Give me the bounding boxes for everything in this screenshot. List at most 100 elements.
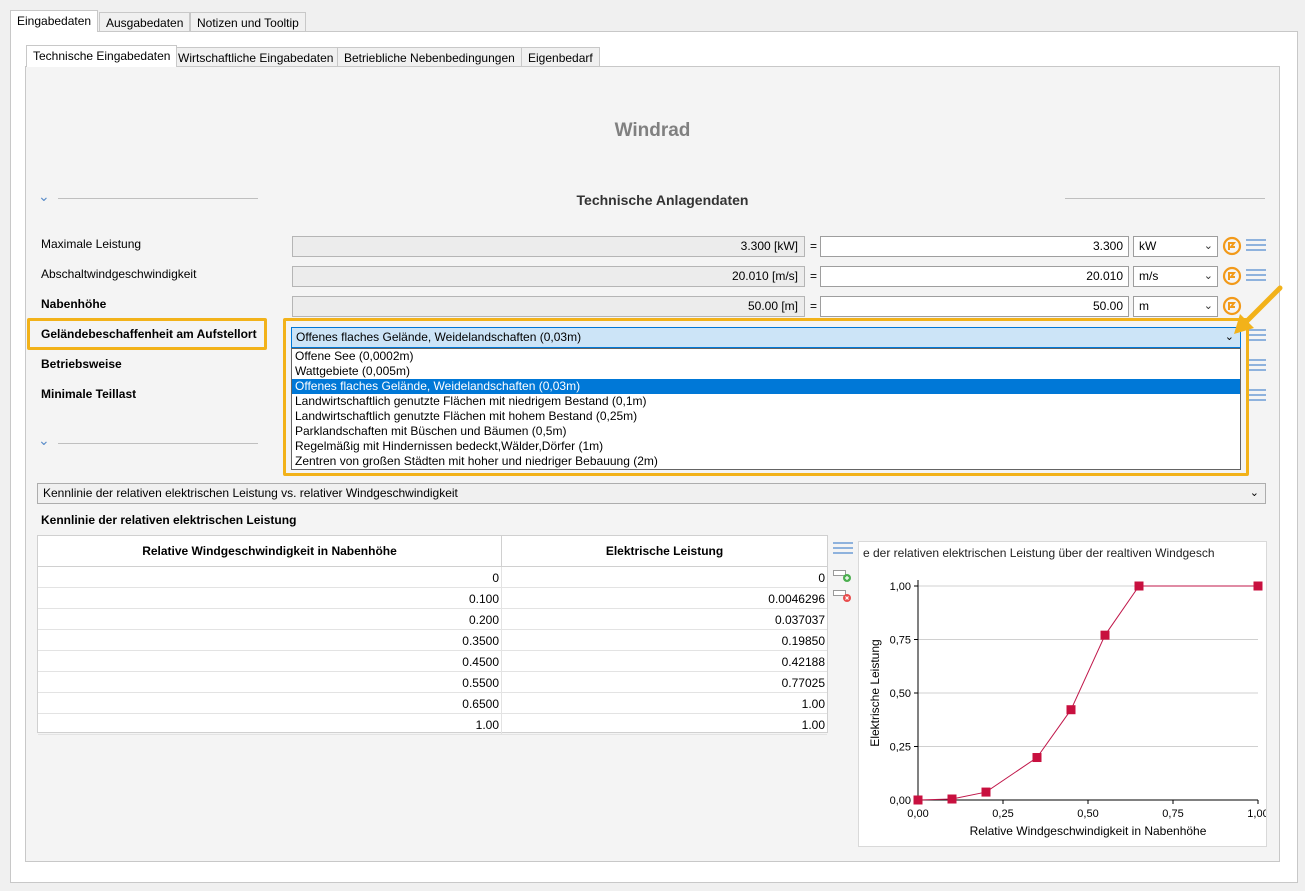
cell-windgeschwindigkeit[interactable]: 1.00 bbox=[38, 714, 502, 734]
terrain-option[interactable]: Parklandschaften mit Büschen und Bäumen … bbox=[292, 424, 1240, 439]
unit-label: m/s bbox=[1139, 269, 1159, 283]
page-title: Windrad bbox=[614, 120, 691, 141]
table-row[interactable]: 0.5500 0.77025 bbox=[38, 672, 827, 693]
unit-label: kW bbox=[1139, 239, 1157, 253]
table-row[interactable]: 0.6500 1.00 bbox=[38, 693, 827, 714]
table-row[interactable]: 0.3500 0.19850 bbox=[38, 630, 827, 651]
terrain-option[interactable]: Wattgebiete (0,005m) bbox=[292, 364, 1240, 379]
y-tick-label: 0,50 bbox=[890, 688, 911, 700]
data-point bbox=[1100, 630, 1110, 640]
unit-select-nabenhoehe[interactable]: m ⌄ bbox=[1133, 296, 1218, 317]
list-icon[interactable] bbox=[1246, 359, 1266, 375]
reset-orange-icon[interactable] bbox=[1222, 236, 1242, 256]
label-abschaltwindgeschwindigkeit: Abschaltwindgeschwindigkeit bbox=[41, 267, 197, 281]
terrain-option[interactable]: Landwirtschaftlich genutzte Flächen mit … bbox=[292, 394, 1240, 409]
cell-windgeschwindigkeit[interactable]: 0.200 bbox=[38, 609, 502, 629]
chevron-down-icon: ⌄ bbox=[1203, 300, 1213, 312]
label-gelaendebeschaffenheit: Geländebeschaffenheit am Aufstellort bbox=[41, 327, 257, 341]
remove-row-icon[interactable] bbox=[833, 590, 851, 602]
cell-windgeschwindigkeit[interactable]: 0.5500 bbox=[38, 672, 502, 692]
table-row[interactable]: 0.200 0.037037 bbox=[38, 609, 827, 630]
list-icon[interactable] bbox=[1246, 389, 1266, 405]
table-row[interactable]: 0.100 0.0046296 bbox=[38, 588, 827, 609]
data-point bbox=[1253, 581, 1263, 591]
curve-chart: e der relativen elektrischen Leistung üb… bbox=[858, 541, 1267, 847]
curve-select[interactable]: Kennlinie der relativen elektrischen Lei… bbox=[37, 483, 1266, 504]
x-tick-label: 0,75 bbox=[1162, 808, 1183, 820]
x-tick-label: 0,25 bbox=[992, 808, 1013, 820]
terrain-select[interactable]: Offenes flaches Gelände, Weidelandschaft… bbox=[291, 327, 1241, 348]
input-maximale-leistung[interactable]: 3.300 bbox=[820, 236, 1129, 257]
collapse-chevron-icon[interactable]: ⌄ bbox=[38, 432, 50, 449]
y-axis-label: Elektrische Leistung bbox=[868, 639, 882, 746]
terrain-option-selected[interactable]: Offenes flaches Gelände, Weidelandschaft… bbox=[292, 379, 1240, 394]
y-tick-label: 1,00 bbox=[890, 581, 911, 593]
add-row-icon[interactable] bbox=[833, 570, 851, 582]
input-nabenhoehe[interactable]: 50.00 bbox=[820, 296, 1129, 317]
chevron-down-icon: ⌄ bbox=[1203, 270, 1213, 282]
unit-label: m bbox=[1139, 299, 1149, 313]
equals-sign: = bbox=[810, 269, 818, 283]
chart-svg: e der relativen elektrischen Leistung üb… bbox=[863, 546, 1266, 838]
tab-technische-eingabedaten[interactable]: Technische Eingabedaten bbox=[26, 45, 178, 67]
section-divider-left bbox=[58, 443, 258, 444]
input-abschaltwindgeschwindigkeit[interactable]: 20.010 bbox=[820, 266, 1129, 287]
computed-maximale-leistung: 3.300 [kW] bbox=[292, 236, 805, 257]
unit-select-windgeschwindigkeit[interactable]: m/s ⌄ bbox=[1133, 266, 1218, 287]
cell-leistung[interactable]: 0.0046296 bbox=[502, 588, 827, 608]
chevron-down-icon: ⌄ bbox=[1203, 240, 1213, 252]
table-row[interactable]: 1.00 1.00 bbox=[38, 714, 827, 735]
table-row[interactable]: 00 bbox=[38, 567, 827, 588]
unit-select-leistung[interactable]: kW ⌄ bbox=[1133, 236, 1218, 257]
curve-select-value: Kennlinie der relativen elektrischen Lei… bbox=[43, 486, 458, 500]
list-icon[interactable] bbox=[1246, 239, 1266, 255]
tab-notizen-tooltip[interactable]: Notizen und Tooltip bbox=[190, 12, 306, 32]
label-maximale-leistung: Maximale Leistung bbox=[41, 237, 142, 251]
cell-leistung[interactable]: 0.037037 bbox=[502, 609, 827, 629]
section-divider-right bbox=[1065, 198, 1265, 199]
terrain-selected-value: Offenes flaches Gelände, Weidelandschaft… bbox=[296, 330, 582, 344]
cell-windgeschwindigkeit[interactable]: 0.4500 bbox=[38, 651, 502, 671]
cell-leistung[interactable]: 0.77025 bbox=[502, 672, 827, 692]
column-header[interactable]: Elektrische Leistung bbox=[502, 536, 827, 567]
cell-leistung[interactable]: 1.00 bbox=[502, 714, 827, 734]
section-title: Technische Anlagendaten bbox=[576, 192, 749, 208]
tab-betriebliche-nebenbedingungen[interactable]: Betriebliche Nebenbedingungen bbox=[337, 47, 522, 67]
equals-sign: = bbox=[810, 239, 818, 253]
x-axis-label: Relative Windgeschwindigkeit in Nabenhöh… bbox=[970, 824, 1207, 838]
column-header[interactable]: Relative Windgeschwindigkeit in Nabenhöh… bbox=[38, 536, 502, 567]
terrain-options-list: Offene See (0,0002m) Wattgebiete (0,005m… bbox=[291, 348, 1241, 470]
list-icon[interactable] bbox=[833, 542, 853, 558]
x-tick-label: 0,00 bbox=[907, 808, 928, 820]
cell-leistung[interactable]: 0.19850 bbox=[502, 630, 827, 650]
terrain-option[interactable]: Offene See (0,0002m) bbox=[292, 349, 1240, 364]
chart-title: e der relativen elektrischen Leistung üb… bbox=[863, 546, 1215, 560]
tab-eigenbedarf[interactable]: Eigenbedarf bbox=[521, 47, 600, 67]
cell-windgeschwindigkeit[interactable]: 0.100 bbox=[38, 588, 502, 608]
label-minimale-teillast: Minimale Teillast bbox=[41, 387, 137, 401]
terrain-option[interactable]: Zentren von großen Städten mit hoher und… bbox=[292, 454, 1240, 469]
computed-abschaltwindgeschwindigkeit: 20.010 [m/s] bbox=[292, 266, 805, 287]
terrain-option[interactable]: Regelmäßig mit Hindernissen bedeckt,Wäld… bbox=[292, 439, 1240, 454]
label-nabenhoehe: Nabenhöhe bbox=[41, 297, 107, 311]
cell-leistung[interactable]: 1.00 bbox=[502, 693, 827, 713]
tab-wirtschaftliche-eingabedaten[interactable]: Wirtschaftliche Eingabedaten bbox=[171, 47, 341, 67]
cell-leistung[interactable]: 0 bbox=[502, 567, 827, 587]
data-point bbox=[1032, 753, 1042, 763]
cell-leistung[interactable]: 0.42188 bbox=[502, 651, 827, 671]
x-tick-label: 0,50 bbox=[1077, 808, 1098, 820]
data-point bbox=[947, 794, 957, 804]
table-row[interactable]: 0.4500 0.42188 bbox=[38, 651, 827, 672]
tab-ausgabedaten[interactable]: Ausgabedaten bbox=[99, 12, 191, 32]
y-tick-label: 0,00 bbox=[890, 795, 911, 807]
cell-windgeschwindigkeit[interactable]: 0 bbox=[38, 567, 502, 587]
x-tick-label: 1,00 bbox=[1247, 808, 1266, 820]
tab-eingabedaten[interactable]: Eingabedaten bbox=[10, 10, 99, 32]
cell-windgeschwindigkeit[interactable]: 0.6500 bbox=[38, 693, 502, 713]
curve-table: Relative Windgeschwindigkeit in Nabenhöh… bbox=[37, 535, 828, 735]
cell-windgeschwindigkeit[interactable]: 0.3500 bbox=[38, 630, 502, 650]
data-point bbox=[981, 787, 991, 797]
terrain-option[interactable]: Landwirtschaftlich genutzte Flächen mit … bbox=[292, 409, 1240, 424]
computed-nabenhoehe: 50.00 [m] bbox=[292, 296, 805, 317]
data-point bbox=[913, 795, 923, 805]
